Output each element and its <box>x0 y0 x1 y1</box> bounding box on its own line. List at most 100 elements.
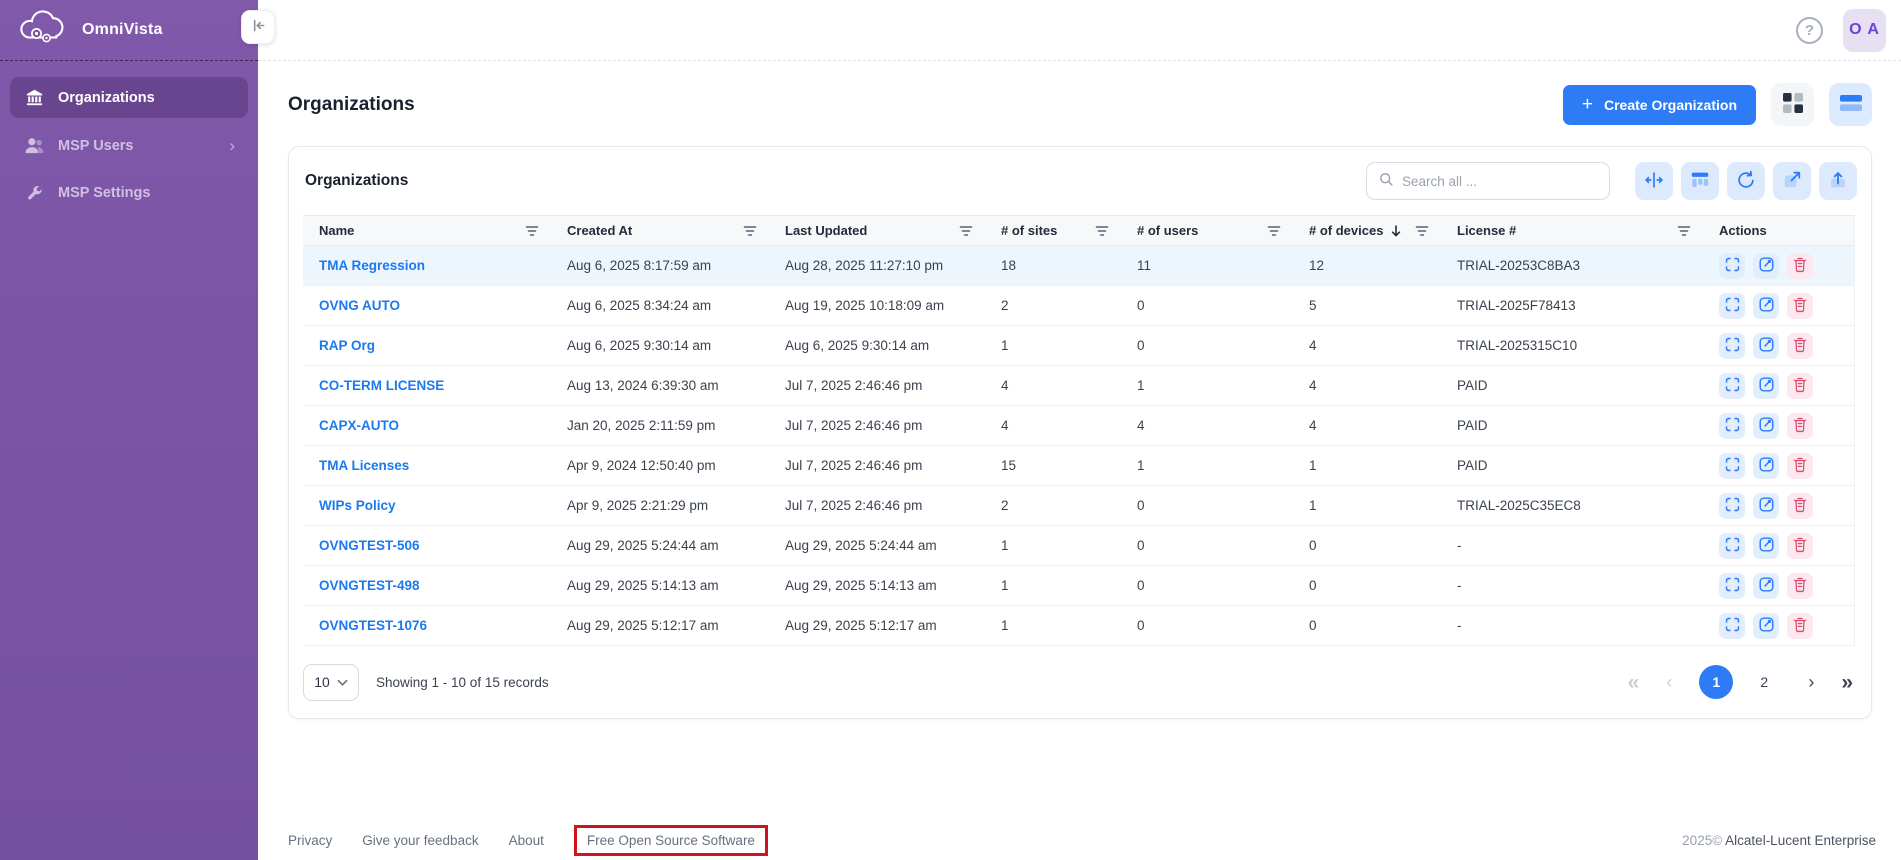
license-cell: - <box>1441 538 1703 553</box>
edit-row-button[interactable] <box>1753 253 1779 279</box>
sidebar-item-msp-settings[interactable]: MSP Settings <box>10 173 248 213</box>
delete-row-button[interactable] <box>1787 373 1813 399</box>
create-organization-button[interactable]: + Create Organization <box>1563 85 1756 125</box>
expand-row-button[interactable] <box>1719 573 1745 599</box>
column-resize-button[interactable] <box>1635 162 1673 200</box>
footer-link-free-open-source-software[interactable]: Free Open Source Software <box>574 825 768 856</box>
expand-row-button[interactable] <box>1719 453 1745 479</box>
delete-row-button[interactable] <box>1787 253 1813 279</box>
actions-cell <box>1703 573 1854 599</box>
org-name-link[interactable]: TMA Regression <box>319 258 425 273</box>
page-button-2[interactable]: 2 <box>1747 665 1781 699</box>
org-name-link[interactable]: TMA Licenses <box>319 458 409 473</box>
delete-row-button[interactable] <box>1787 533 1813 559</box>
page-size-select[interactable]: 10 <box>303 664 359 701</box>
edit-row-button[interactable] <box>1753 453 1779 479</box>
org-name-link[interactable]: RAP Org <box>319 338 375 353</box>
search-input[interactable] <box>1402 174 1598 189</box>
delete-row-button[interactable] <box>1787 453 1813 479</box>
expand-row-button[interactable] <box>1719 413 1745 439</box>
edit-row-button[interactable] <box>1753 573 1779 599</box>
export-button[interactable] <box>1819 162 1857 200</box>
edit-row-button[interactable] <box>1753 533 1779 559</box>
grid-view-button[interactable] <box>1771 83 1814 126</box>
delete-row-button[interactable] <box>1787 293 1813 319</box>
expand-row-button[interactable] <box>1719 373 1745 399</box>
expand-icon <box>1724 616 1741 636</box>
org-name-link[interactable]: OVNG AUTO <box>319 298 400 313</box>
sites-cell: 4 <box>985 378 1121 393</box>
org-name-link[interactable]: WIPs Policy <box>319 498 396 513</box>
filter-icon[interactable] <box>1267 225 1281 237</box>
filter-icon[interactable] <box>1415 225 1429 237</box>
users-cell: 4 <box>1121 418 1293 433</box>
filter-icon[interactable] <box>743 225 757 237</box>
sidebar-item-organizations[interactable]: Organizations <box>10 77 248 118</box>
footer-link-about[interactable]: About <box>509 833 544 848</box>
license-cell: - <box>1441 578 1703 593</box>
table-row: CAPX-AUTOJan 20, 2025 2:11:59 pmJul 7, 2… <box>303 406 1854 446</box>
column-label: Name <box>319 223 354 238</box>
delete-row-button[interactable] <box>1787 613 1813 639</box>
expand-row-button[interactable] <box>1719 493 1745 519</box>
first-page-button[interactable]: « <box>1628 672 1640 693</box>
filter-icon[interactable] <box>1677 225 1691 237</box>
column-header-name[interactable]: Name <box>303 223 551 238</box>
column-header-last-updated[interactable]: Last Updated <box>769 223 985 238</box>
org-name-link[interactable]: OVNGTEST-1076 <box>319 618 427 633</box>
delete-row-button[interactable] <box>1787 573 1813 599</box>
expand-row-button[interactable] <box>1719 613 1745 639</box>
expand-row-button[interactable] <box>1719 533 1745 559</box>
expand-row-button[interactable] <box>1719 253 1745 279</box>
edit-icon <box>1758 336 1775 356</box>
table-columns-button[interactable] <box>1681 162 1719 200</box>
column-header-of-users[interactable]: # of users <box>1121 223 1293 238</box>
sites-cell: 2 <box>985 298 1121 313</box>
table-row: OVNG AUTOAug 6, 2025 8:34:24 amAug 19, 2… <box>303 286 1854 326</box>
org-name-link[interactable]: CO-TERM LICENSE <box>319 378 444 393</box>
next-page-button[interactable]: › <box>1808 673 1814 691</box>
help-icon[interactable]: ? <box>1796 17 1823 44</box>
footer-link-privacy[interactable]: Privacy <box>288 833 332 848</box>
expand-row-button[interactable] <box>1719 293 1745 319</box>
delete-row-button[interactable] <box>1787 493 1813 519</box>
edit-row-button[interactable] <box>1753 333 1779 359</box>
grid-view-icon <box>1782 92 1804 117</box>
delete-row-button[interactable] <box>1787 413 1813 439</box>
edit-row-button[interactable] <box>1753 413 1779 439</box>
actions-cell <box>1703 413 1854 439</box>
refresh-button[interactable] <box>1727 162 1765 200</box>
filter-icon[interactable] <box>1095 225 1109 237</box>
org-name-link[interactable]: OVNGTEST-506 <box>319 538 420 553</box>
sidebar-item-label: Organizations <box>58 90 155 106</box>
column-header-created-at[interactable]: Created At <box>551 223 769 238</box>
column-header-of-sites[interactable]: # of sites <box>985 223 1121 238</box>
devices-cell: 1 <box>1293 458 1441 473</box>
devices-cell: 4 <box>1293 378 1441 393</box>
org-name-link[interactable]: CAPX-AUTO <box>319 418 399 433</box>
last-page-button[interactable]: » <box>1841 672 1853 693</box>
edit-row-button[interactable] <box>1753 493 1779 519</box>
edit-row-button[interactable] <box>1753 613 1779 639</box>
sort-desc-icon[interactable] <box>1390 224 1402 238</box>
created-at-cell: Aug 6, 2025 9:30:14 am <box>551 338 769 353</box>
edit-row-button[interactable] <box>1753 373 1779 399</box>
column-header-of-devices[interactable]: # of devices <box>1293 223 1441 238</box>
open-external-button[interactable] <box>1773 162 1811 200</box>
org-name-link[interactable]: OVNGTEST-498 <box>319 578 420 593</box>
edit-icon <box>1758 376 1775 396</box>
delete-row-button[interactable] <box>1787 333 1813 359</box>
column-header-license[interactable]: License # <box>1441 223 1703 238</box>
sites-cell: 4 <box>985 418 1121 433</box>
page-button-1[interactable]: 1 <box>1699 665 1733 699</box>
list-view-button[interactable] <box>1829 83 1872 126</box>
footer-link-give-your-feedback[interactable]: Give your feedback <box>362 833 478 848</box>
edit-row-button[interactable] <box>1753 293 1779 319</box>
expand-row-button[interactable] <box>1719 333 1745 359</box>
prev-page-button[interactable]: ‹ <box>1666 673 1672 691</box>
sidebar-collapse-button[interactable] <box>241 10 275 44</box>
filter-icon[interactable] <box>959 225 973 237</box>
filter-icon[interactable] <box>525 225 539 237</box>
sidebar-item-msp-users[interactable]: MSP Users› <box>10 125 248 166</box>
avatar[interactable]: O A <box>1843 9 1886 52</box>
